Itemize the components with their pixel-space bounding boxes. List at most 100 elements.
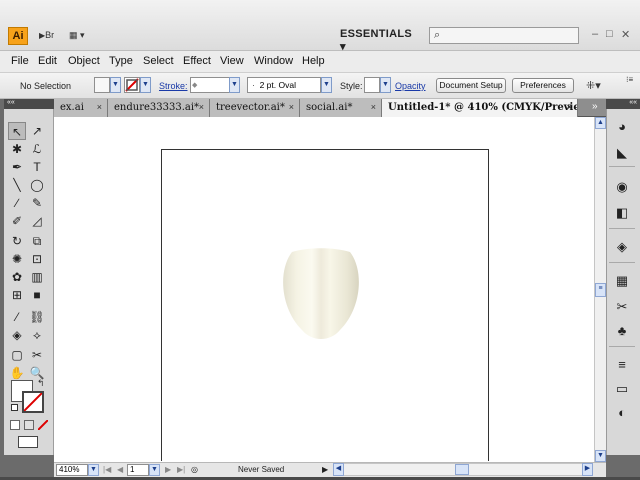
color-mode-icon[interactable]	[10, 420, 20, 430]
appearance-icon[interactable]: ◉	[612, 178, 632, 196]
swatches-icon[interactable]: ▦	[612, 272, 632, 290]
symbol-sprayer-tool-icon[interactable]: ✿	[8, 268, 26, 286]
last-artboard-icon[interactable]: ▶|	[177, 465, 185, 474]
opacity-link[interactable]: Opacity	[395, 81, 426, 91]
menu-help[interactable]: Help	[302, 55, 325, 67]
color-icon[interactable]: ◕	[612, 118, 632, 136]
oval-shape[interactable]	[278, 246, 362, 344]
menu-edit[interactable]: Edit	[38, 55, 57, 67]
warp-tool-icon[interactable]: ✺	[8, 250, 26, 268]
brush-dropdown[interactable]: ▼	[321, 77, 332, 93]
free-transform-tool-icon[interactable]: ⊡	[28, 250, 46, 268]
tab-untitled-1[interactable]: Untitled-1* @ 410% (CMYK/Preview) ×	[382, 99, 578, 117]
color-guide-icon[interactable]: ◣	[612, 144, 632, 162]
menu-type[interactable]: Type	[109, 55, 133, 67]
tools-panel-grip[interactable]: ««	[4, 99, 54, 109]
tab-close-icon[interactable]: ×	[199, 99, 204, 116]
tab-ex[interactable]: ex.ai ×	[54, 99, 108, 117]
magic-wand-tool-icon[interactable]: ✱	[8, 140, 26, 158]
scroll-up-arrow[interactable]: ▲	[595, 117, 606, 129]
close-button[interactable]: ✕	[621, 28, 630, 41]
tab-treevector[interactable]: treevector.ai* ×	[210, 99, 300, 117]
style-dropdown[interactable]: ▼	[380, 77, 391, 93]
rotate-tool-icon[interactable]: ↻	[8, 232, 26, 250]
artboard-tool-icon[interactable]: ▢	[8, 346, 26, 364]
status-toggle-icon[interactable]: ◎	[191, 465, 198, 474]
scroll-down-arrow[interactable]: ▼	[595, 450, 606, 462]
menu-select[interactable]: Select	[143, 55, 174, 67]
brush-definition-field[interactable]: · 2 pt. Oval	[247, 77, 321, 93]
tab-close-icon[interactable]: ×	[289, 99, 294, 116]
paintbrush-tool-icon[interactable]: ∕	[8, 194, 26, 212]
prev-artboard-icon[interactable]: ◀	[117, 465, 123, 474]
next-artboard-icon[interactable]: ▶	[165, 465, 171, 474]
direct-selection-tool-icon[interactable]: ↗	[28, 122, 46, 140]
artboard-dropdown[interactable]: ▼	[149, 464, 160, 476]
bridge-icon[interactable]: ▶Br	[38, 29, 56, 44]
default-colors-icon[interactable]	[11, 404, 18, 411]
none-mode-icon[interactable]	[37, 419, 49, 431]
scroll-left-arrow[interactable]: ◀	[333, 463, 344, 476]
slice-tool-icon[interactable]: ✂	[28, 346, 46, 364]
maximize-button[interactable]: □	[606, 28, 613, 40]
column-graph-tool-icon[interactable]: ▥	[28, 268, 46, 286]
pen-tool-icon[interactable]: ✒	[8, 158, 26, 176]
stroke-weight-field[interactable]: ◆	[190, 77, 230, 93]
status-menu-arrow[interactable]: ▶	[322, 465, 328, 474]
zoom-dropdown[interactable]: ▼	[88, 464, 99, 476]
pencil-tool-icon[interactable]: ✎	[28, 194, 46, 212]
panel-menu-icon[interactable]: ⁝≡	[626, 75, 633, 84]
style-swatch[interactable]	[364, 77, 380, 93]
stroke-color-box[interactable]	[22, 391, 44, 413]
brushes-icon[interactable]: ✂	[612, 298, 632, 316]
fill-swatch[interactable]	[94, 77, 110, 93]
vertical-scroll-thumb[interactable]: ≡	[595, 283, 606, 297]
gradient-tool-icon[interactable]: ■	[28, 286, 46, 304]
arrange-documents-icon[interactable]: ▦ ▾	[68, 29, 94, 44]
ellipse-tool-icon[interactable]: ◯	[28, 176, 46, 194]
transparency-icon[interactable]: ◐	[612, 404, 632, 422]
type-tool-icon[interactable]: T	[28, 158, 46, 176]
workspace-switcher[interactable]: ESSENTIALS ▾	[340, 28, 420, 53]
tab-close-icon[interactable]: ×	[567, 99, 572, 116]
eraser-tool-icon[interactable]: ◿	[28, 212, 46, 230]
tab-endure33333[interactable]: endure33333.ai* ×	[108, 99, 210, 117]
stroke-dropdown[interactable]: ▼	[140, 77, 151, 93]
gradient-icon[interactable]: ▭	[612, 380, 632, 398]
menu-window[interactable]: Window	[254, 55, 293, 67]
menu-object[interactable]: Object	[68, 55, 100, 67]
menu-file[interactable]: File	[11, 55, 29, 67]
first-artboard-icon[interactable]: |◀	[103, 465, 111, 474]
horizontal-scroll-thumb[interactable]	[455, 464, 469, 475]
live-paint-selection-tool-icon[interactable]: ⟡	[28, 326, 46, 344]
stroke-icon[interactable]: ≡	[612, 356, 632, 374]
gradient-mode-icon[interactable]	[24, 420, 34, 430]
stroke-swatch[interactable]	[124, 77, 140, 93]
tab-close-icon[interactable]: ×	[97, 99, 102, 116]
tab-social[interactable]: social.ai* ×	[300, 99, 382, 117]
isolate-icon[interactable]: ⁜▾	[586, 79, 601, 92]
selection-tool-icon[interactable]: ↖	[8, 122, 26, 140]
right-panel-grip[interactable]: ««	[606, 99, 640, 109]
artboard-number-field[interactable]: 1	[127, 464, 149, 476]
fill-dropdown[interactable]: ▼	[110, 77, 121, 93]
swap-colors-icon[interactable]: ↰	[37, 378, 45, 389]
mesh-tool-icon[interactable]: ⊞	[8, 286, 26, 304]
symbols-icon[interactable]: ♣	[612, 322, 632, 340]
screen-mode-icon[interactable]	[18, 436, 38, 448]
scale-tool-icon[interactable]: ⧉	[28, 232, 46, 250]
document-setup-button[interactable]: Document Setup	[436, 78, 506, 93]
eyedropper-tool-icon[interactable]: ⁄	[8, 308, 26, 326]
lasso-tool-icon[interactable]: ℒ	[28, 140, 46, 158]
tab-close-icon[interactable]: ×	[371, 99, 376, 116]
blob-brush-tool-icon[interactable]: ✐	[8, 212, 26, 230]
graphic-styles-icon[interactable]: ◧	[612, 204, 632, 222]
search-input[interactable]	[429, 27, 579, 44]
scroll-right-arrow[interactable]: ▶	[582, 463, 593, 476]
stroke-weight-dropdown[interactable]: ▼	[229, 77, 240, 93]
tab-overflow-icon[interactable]: »	[592, 101, 598, 112]
zoom-field[interactable]: 410%	[56, 464, 88, 476]
live-paint-tool-icon[interactable]: ◈	[8, 326, 26, 344]
blend-tool-icon[interactable]: ⛓	[28, 308, 46, 326]
preferences-button[interactable]: Preferences	[512, 78, 574, 93]
